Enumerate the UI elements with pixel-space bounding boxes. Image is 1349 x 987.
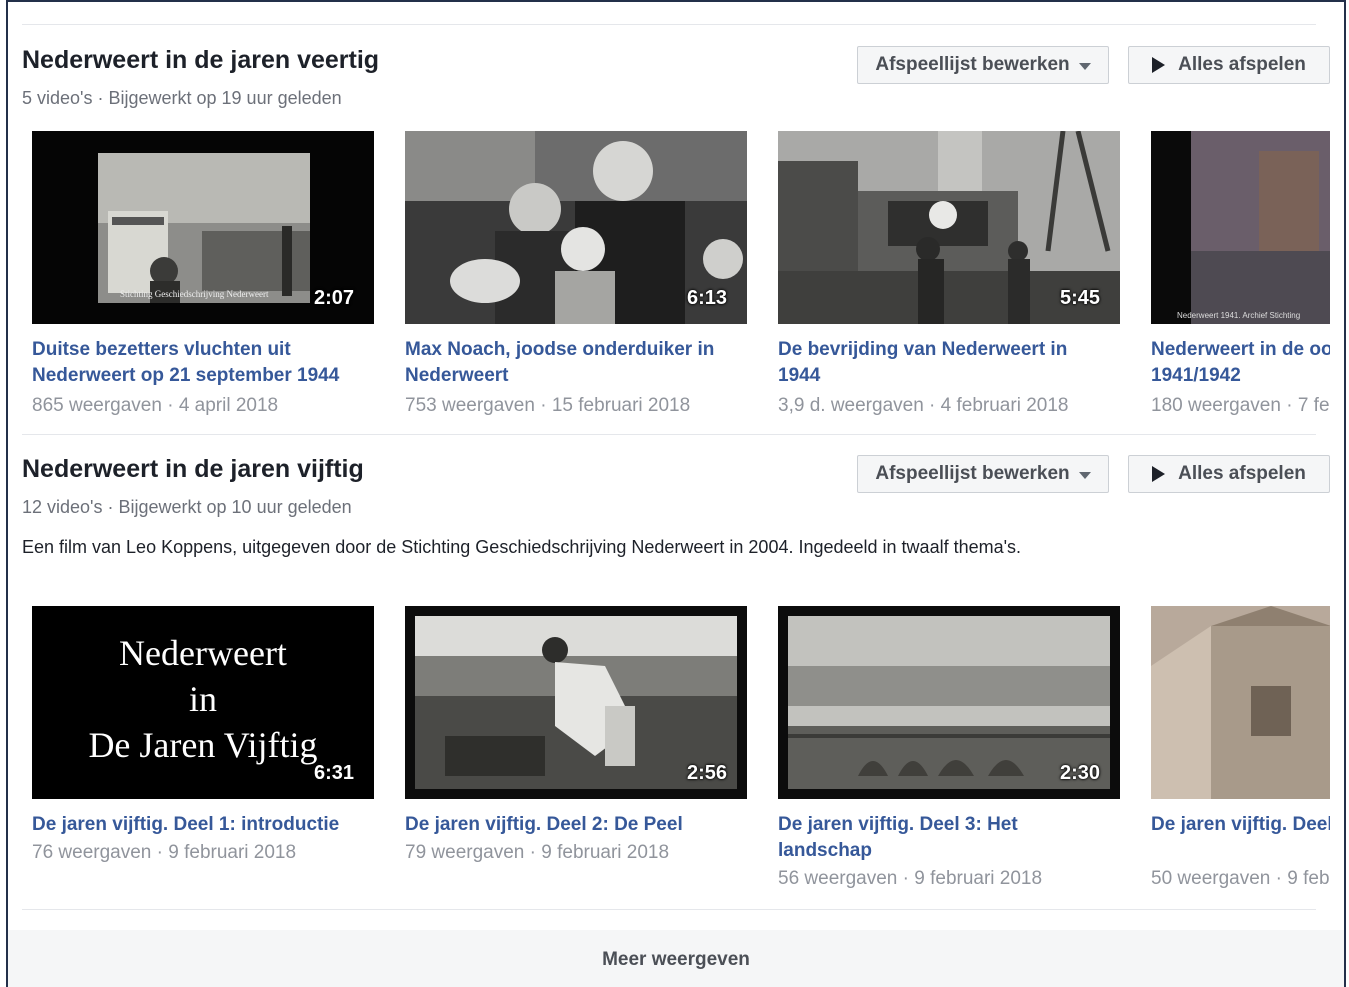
playlist-title[interactable]: Nederweert in de jaren vijftig	[22, 455, 364, 484]
playlist-meta: 5 video's · Bijgewerkt op 19 uur geleden	[22, 88, 342, 108]
video-title-link[interactable]: Max Noach, joodse onderduiker in Nederwe…	[405, 337, 735, 389]
video-title-link[interactable]: De bevrijding van Nederweert in 1944	[778, 337, 1108, 389]
video-thumbnail[interactable]: Nederweert 1941. Archief Stichting	[1151, 131, 1330, 324]
video-meta: 56 weergaven · 9 februari 2018	[778, 868, 1043, 889]
play-all-button[interactable]: Alles afspelen	[1128, 46, 1330, 84]
video-title-link[interactable]: De jaren vijftig. Deel 1: introductie	[32, 812, 362, 838]
video-thumbnail[interactable]: Stichting Geschiedschrijving Nederweert …	[32, 131, 374, 324]
video-watermark: Nederweert 1941. Archief Stichting	[1177, 311, 1301, 320]
video-title-card-line: Nederweert	[119, 633, 287, 673]
top-divider	[22, 24, 1316, 25]
play-all-label: Alles afspelen	[1178, 463, 1306, 484]
video-meta: 79 weergaven · 9 februari 2018	[405, 842, 670, 863]
video-title-link[interactable]: De jaren vijftig. Deel 4: De boerderij	[1151, 812, 1330, 838]
edit-playlist-button[interactable]: Afspeellijst bewerken	[857, 455, 1109, 493]
play-all-button[interactable]: Alles afspelen	[1128, 455, 1330, 493]
video-thumbnail[interactable]	[1151, 606, 1330, 799]
edit-playlist-label: Afspeellijst bewerken	[875, 463, 1070, 484]
video-title-card-line: De Jaren Vijftig	[88, 725, 318, 765]
section-divider	[22, 434, 1316, 435]
playlists-panel: Nederweert in de jaren veertig 5 video's…	[6, 0, 1346, 987]
play-icon	[1152, 57, 1166, 73]
video-meta: 50 weergaven · 9 februari 2018	[1151, 868, 1330, 889]
caret-down-icon	[1078, 471, 1091, 479]
video-title-link[interactable]: Duitse bezetters vluchten uit Nederweert…	[32, 337, 362, 389]
video-thumbnail[interactable]: 5:45	[778, 131, 1120, 324]
section-divider	[22, 909, 1316, 910]
video-thumbnail[interactable]: Nederweert in De Jaren Vijftig 6:31	[32, 606, 374, 799]
playlist-meta: 12 video's · Bijgewerkt op 10 uur gelede…	[22, 497, 352, 517]
video-duration: 2:30	[1059, 762, 1100, 784]
video-meta: 180 weergaven · 7 februari 2018	[1151, 395, 1330, 416]
playlist-title[interactable]: Nederweert in de jaren veertig	[22, 46, 379, 75]
video-duration: 6:13	[686, 287, 727, 309]
video-duration: 2:56	[686, 762, 727, 784]
video-meta: 76 weergaven · 9 februari 2018	[32, 842, 297, 863]
playlist-description: Een film van Leo Koppens, uitgegeven doo…	[22, 537, 1022, 557]
video-title-card-line: in	[188, 679, 217, 719]
show-more-button[interactable]: Meer weergeven	[8, 930, 1344, 987]
edit-playlist-button[interactable]: Afspeellijst bewerken	[857, 46, 1109, 84]
show-more-label: Meer weergeven	[602, 948, 750, 970]
video-thumbnail[interactable]: 6:13	[405, 131, 747, 324]
video-meta: 865 weergaven · 4 april 2018	[32, 395, 279, 416]
play-icon	[1152, 466, 1166, 482]
play-all-label: Alles afspelen	[1178, 54, 1306, 75]
edit-playlist-label: Afspeellijst bewerken	[875, 54, 1070, 75]
video-meta: 3,9 d. weergaven · 4 februari 2018	[778, 395, 1069, 416]
video-thumbnail[interactable]: 2:56	[405, 606, 747, 799]
video-duration: 2:07	[313, 287, 354, 309]
video-watermark: Stichting Geschiedschrijving Nederweert	[120, 289, 269, 299]
video-title-link[interactable]: De jaren vijftig. Deel 2: De Peel	[405, 812, 735, 838]
video-thumbnail[interactable]: 2:30	[778, 606, 1120, 799]
video-title-link[interactable]: Nederweert in de oorlogsjaren 1941/1942	[1151, 337, 1330, 389]
caret-down-icon	[1078, 62, 1091, 70]
video-meta: 753 weergaven · 15 februari 2018	[405, 395, 691, 416]
video-duration: 6:31	[313, 762, 354, 784]
video-title-link[interactable]: De jaren vijftig. Deel 3: Het landschap	[778, 812, 1108, 864]
video-duration: 5:45	[1059, 287, 1100, 309]
